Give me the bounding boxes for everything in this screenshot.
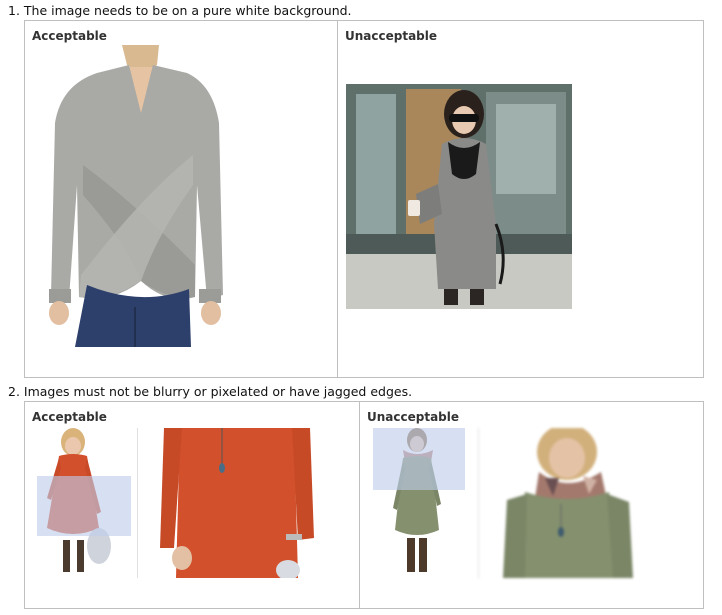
olive-dress-full-photo	[373, 428, 465, 576]
rule-2-acceptable-label: Acceptable	[32, 410, 107, 424]
rule-2-unacceptable-label: Unacceptable	[367, 410, 460, 424]
rule-1-title: 1. The image needs to be on a pure white…	[8, 3, 352, 18]
rule-2-example-table: Acceptable Unacceptable	[24, 401, 704, 609]
coat-street-background-photo	[346, 84, 572, 309]
zoom-region-highlight	[37, 476, 131, 536]
rule-1-unacceptable-label: Unacceptable	[345, 29, 438, 43]
orange-dress-zoom-photo	[137, 428, 324, 578]
olive-dress-blurry-zoom-photo	[478, 428, 665, 578]
orange-dress-full-photo	[37, 428, 131, 576]
rule-1-acceptable-cell: Acceptable	[25, 21, 337, 377]
rule-1-example-table: Acceptable Unacceptable	[24, 20, 704, 378]
rule-1-acceptable-label: Acceptable	[32, 29, 107, 43]
rule-2-unacceptable-cell: Unacceptable	[359, 402, 703, 608]
sweater-white-background-photo	[47, 45, 223, 347]
rule-2-acceptable-cell: Acceptable	[25, 402, 359, 608]
rule-2-title: 2. Images must not be blurry or pixelate…	[8, 384, 413, 399]
zoom-region-highlight	[373, 428, 465, 490]
rule-1-unacceptable-cell: Unacceptable	[337, 21, 703, 377]
